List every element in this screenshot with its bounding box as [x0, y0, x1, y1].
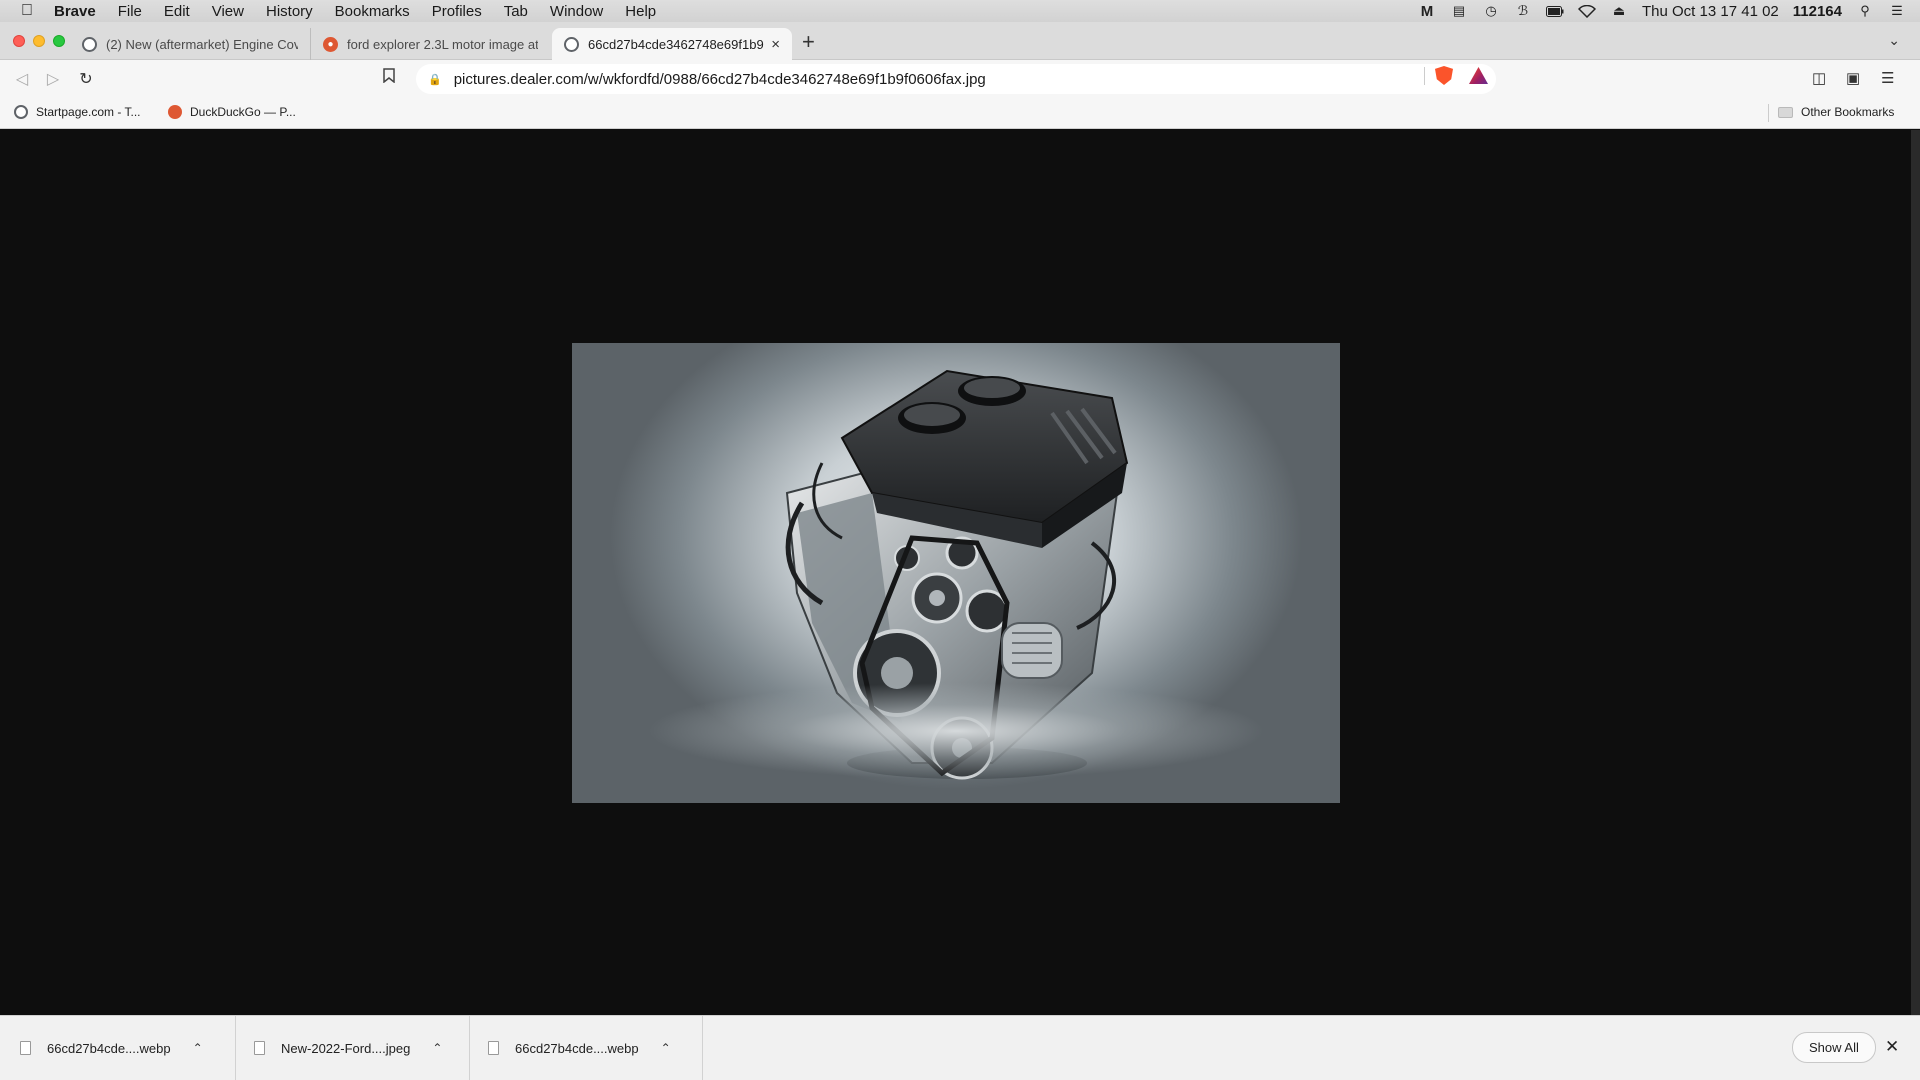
bookmark-duckduckgo[interactable]: DuckDuckGo — P... [168, 105, 296, 119]
menu-history[interactable]: History [255, 3, 324, 20]
bookmarks-bar: Startpage.com - T... DuckDuckGo — P... O… [0, 97, 1920, 129]
other-bookmarks-folder[interactable]: Other Bookmarks [1778, 105, 1894, 119]
menubar-status-area: M ▤ ◷ ℬ ⏏ Thu Oct 13 17 41 02 112164 ⚲ ☰ [1418, 3, 1920, 20]
menu-window[interactable]: Window [539, 3, 614, 20]
tab-title: ford explorer 2.3L motor image at D [347, 36, 538, 52]
tab-title: (2) New (aftermarket) Engine Cover [106, 36, 298, 52]
window-controls [13, 35, 65, 47]
download-filename: 66cd27b4cde....webp [515, 1040, 639, 1056]
menubar-extra-text[interactable]: 112164 [1793, 3, 1842, 20]
wifi-icon[interactable] [1578, 4, 1596, 18]
bookmark-label: Startpage.com - T... [36, 105, 141, 119]
time-machine-icon[interactable]: ◷ [1482, 3, 1500, 18]
tab-active-image[interactable]: 66cd27b4cde3462748e69f1b9 × [552, 28, 792, 60]
lock-icon[interactable]: 🔒 [428, 73, 442, 86]
tab-search-chevron-icon[interactable]: ⌄ [1888, 32, 1900, 49]
duckduckgo-icon [168, 105, 182, 119]
other-bookmarks-label: Other Bookmarks [1801, 105, 1895, 119]
engine-photo[interactable] [572, 343, 1340, 803]
window-zoom-button[interactable] [53, 35, 65, 47]
address-bar-divider [1424, 67, 1425, 85]
spotlight-search-icon[interactable]: ⚲ [1856, 3, 1874, 18]
menu-view[interactable]: View [201, 3, 255, 20]
file-icon [20, 1041, 31, 1055]
studio-floor-glow [572, 643, 1340, 803]
bluetooth-icon[interactable]: ℬ [1514, 3, 1532, 18]
startpage-icon [14, 105, 28, 119]
show-all-button[interactable]: Show All [1792, 1032, 1876, 1063]
bookmark-label: DuckDuckGo — P... [190, 105, 296, 119]
duckduckgo-icon: ● [323, 36, 338, 52]
menu-tab[interactable]: Tab [493, 3, 539, 20]
chevron-up-icon[interactable]: ⌃ [661, 1041, 671, 1055]
menubar-clock[interactable]: Thu Oct 13 17 41 02 [1642, 3, 1779, 20]
malwarebytes-icon[interactable]: M [1418, 3, 1436, 20]
globe-icon [564, 36, 579, 52]
sidebar-toggle-icon[interactable]: ◫ [1812, 69, 1826, 87]
tab-close-icon[interactable]: × [765, 36, 780, 53]
window-minimize-button[interactable] [33, 35, 45, 47]
tab-strip: (2) New (aftermarket) Engine Cover ● for… [0, 22, 1920, 60]
download-item[interactable]: New-2022-Ford....jpeg ⌃ [236, 1016, 470, 1080]
tab-engine-cover[interactable]: (2) New (aftermarket) Engine Cover [70, 28, 310, 60]
apple-menu-icon[interactable]:  [0, 2, 54, 20]
menu-profiles[interactable]: Profiles [421, 3, 493, 20]
macos-menubar:  Brave File Edit View History Bookmarks… [0, 0, 1920, 22]
close-icon[interactable]: ✕ [1885, 1037, 1899, 1057]
file-icon [254, 1041, 265, 1055]
bookmark-startpage[interactable]: Startpage.com - T... [14, 105, 141, 119]
menu-app-brave[interactable]: Brave [54, 3, 107, 20]
address-bar[interactable]: 🔒 pictures.dealer.com/w/wkfordfd/0988/66… [416, 64, 1496, 94]
address-bar-url[interactable]: pictures.dealer.com/w/wkfordfd/0988/66cd… [454, 71, 986, 88]
folder-icon [1778, 106, 1793, 118]
download-filename: 66cd27b4cde....webp [47, 1040, 171, 1056]
battery-icon[interactable] [1546, 4, 1564, 18]
back-arrow-icon[interactable]: ◁ [11, 68, 33, 90]
tab-ddg-search[interactable]: ● ford explorer 2.3L motor image at D [310, 28, 550, 60]
tab-title: 66cd27b4cde3462748e69f1b9 [588, 36, 764, 52]
menu-edit[interactable]: Edit [153, 3, 201, 20]
menu-help[interactable]: Help [614, 3, 667, 20]
forward-arrow-icon[interactable]: ▷ [42, 68, 64, 90]
file-icon [488, 1041, 499, 1055]
downloads-shelf: 66cd27b4cde....webp ⌃ New-2022-Ford....j… [0, 1015, 1920, 1080]
window-close-button[interactable] [13, 35, 25, 47]
browser-toolbar: ◁ ▷ ↻ 🔒 pictures.dealer.com/w/wkfordfd/0… [0, 60, 1920, 97]
menu-bookmarks[interactable]: Bookmarks [324, 3, 421, 20]
download-item[interactable]: 66cd27b4cde....webp ⌃ [0, 1016, 236, 1080]
download-filename: New-2022-Ford....jpeg [281, 1040, 411, 1056]
reload-icon[interactable]: ↻ [75, 68, 97, 90]
wallet-icon[interactable]: ▣ [1846, 69, 1860, 87]
chevron-up-icon[interactable]: ⌃ [193, 1041, 203, 1055]
reader-icon[interactable]: ▤ [1450, 3, 1468, 18]
globe-icon [82, 36, 97, 52]
bookmark-icon[interactable] [383, 68, 395, 87]
download-item[interactable]: 66cd27b4cde....webp ⌃ [470, 1016, 703, 1080]
page-scroll-edge [1911, 130, 1920, 1015]
new-tab-plus-icon[interactable]: + [802, 31, 815, 53]
bookmarks-divider [1768, 104, 1769, 122]
chevron-up-icon[interactable]: ⌃ [432, 1041, 442, 1055]
eject-icon[interactable]: ⏏ [1610, 3, 1628, 18]
notification-center-icon[interactable]: ☰ [1888, 3, 1906, 18]
menu-file[interactable]: File [107, 3, 153, 20]
main-menu-icon[interactable]: ☰ [1881, 69, 1894, 87]
